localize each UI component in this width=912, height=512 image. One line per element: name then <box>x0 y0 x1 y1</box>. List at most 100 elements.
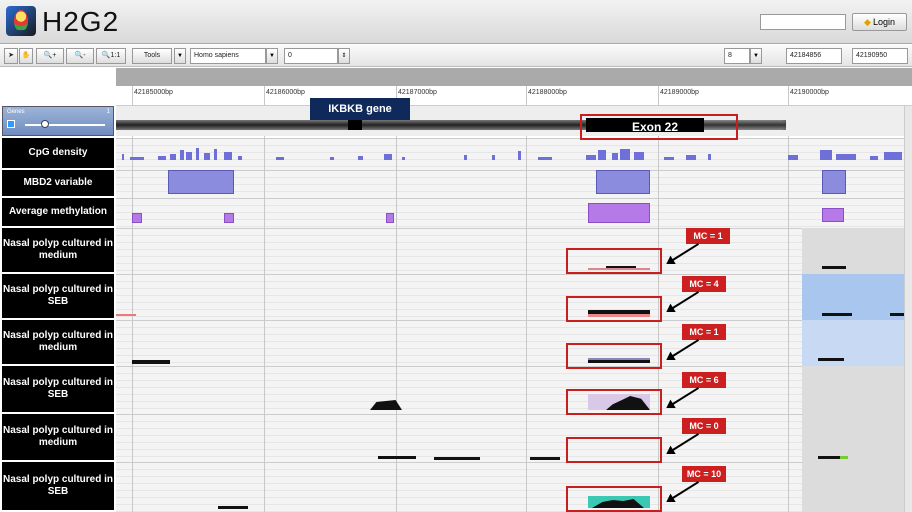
read-segment <box>116 314 136 316</box>
exon-highlight-box <box>580 114 738 140</box>
mc-badge: MC = 4 <box>682 276 726 292</box>
track-label-sample-1[interactable]: Nasal polyp cultured in medium <box>2 228 114 272</box>
ruler-tick: 42188000bp <box>528 89 567 96</box>
read-segment <box>822 266 846 269</box>
genes-track-label: Genes <box>7 109 25 115</box>
track-label-sample-5[interactable]: Nasal polyp cultured in medium <box>2 414 114 460</box>
highlight-box <box>566 343 662 369</box>
region-shade <box>802 462 904 512</box>
genes-track-header[interactable]: Genes 1 <box>2 106 114 136</box>
mc-badge: MC = 1 <box>686 228 730 244</box>
read-segment <box>218 506 248 509</box>
gene-track <box>116 106 906 136</box>
toolbar: ➤ ✋ 🔍+ 🔍- 🔍1:1 Tools ▼ Homo sapiens ▼ 0 … <box>0 45 912 67</box>
highlight-box <box>566 486 662 512</box>
region-shade <box>802 228 904 274</box>
overview-band <box>116 68 912 86</box>
zoom-in-button[interactable]: 🔍+ <box>36 48 64 64</box>
pointer-tool-button[interactable]: ➤ <box>4 48 18 64</box>
track-settings-icon[interactable] <box>7 120 15 128</box>
ruler-tick: 42186000bp <box>266 89 305 96</box>
cpg-track-area <box>116 138 904 170</box>
ruler-tick: 42189000bp <box>660 89 699 96</box>
key-icon: ◆ <box>864 17 871 27</box>
genes-track-count: 1 <box>106 109 110 115</box>
chromosome-dropdown-arrow[interactable]: ▼ <box>750 48 762 64</box>
read-segment <box>890 313 904 316</box>
sample-track-area-4 <box>116 366 904 414</box>
track-label-mbd2[interactable]: MBD2 variable <box>2 170 114 196</box>
pointer-icon: ➤ <box>8 52 14 59</box>
start-position-field[interactable]: 42184856 <box>786 48 842 64</box>
zoom-reset-label: 1:1 <box>110 52 121 59</box>
read-segment <box>818 358 844 361</box>
mbd2-peak[interactable] <box>822 170 846 194</box>
read-segment <box>530 457 560 460</box>
mc-badge: MC = 0 <box>682 418 726 434</box>
hand-tool-button[interactable]: ✋ <box>19 48 33 64</box>
track-label-avg-methylation[interactable]: Average methylation <box>2 198 114 226</box>
login-button[interactable]: ◆ Login <box>852 13 907 31</box>
position-field[interactable]: 0 <box>284 48 338 64</box>
grid-line <box>788 86 789 512</box>
gene-name-label: IKBKB gene <box>310 98 410 120</box>
tools-menu-button[interactable]: Tools <box>132 48 172 64</box>
track-label-cpg[interactable]: CpG density <box>2 138 114 168</box>
highlight-box <box>566 296 662 322</box>
sample-track-area-3 <box>116 320 904 366</box>
track-label-sample-3[interactable]: Nasal polyp cultured in medium <box>2 320 114 364</box>
left-spacer <box>0 68 116 106</box>
grid-line <box>132 86 133 512</box>
species-select[interactable]: Homo sapiens <box>190 48 266 64</box>
read-segment <box>822 313 852 316</box>
species-dropdown-arrow[interactable]: ▼ <box>266 48 278 64</box>
position-stepper[interactable]: ⇕ <box>338 48 350 64</box>
mbd2-peak[interactable] <box>596 170 650 194</box>
highlight-box <box>566 248 662 274</box>
region-shade <box>802 414 904 462</box>
sample-track-area-6 <box>116 462 904 512</box>
dna-logo-icon <box>6 6 36 36</box>
sample-track-area-1 <box>116 228 904 274</box>
hand-icon: ✋ <box>21 52 31 59</box>
ruler-tick: 42190000bp <box>790 89 829 96</box>
mc-badge: MC = 1 <box>682 324 726 340</box>
methylation-block[interactable] <box>588 203 650 223</box>
avg-methylation-track-area <box>116 198 904 228</box>
mbd2-peak[interactable] <box>168 170 234 194</box>
read-segment <box>840 456 848 459</box>
track-label-sample-6[interactable]: Nasal polyp cultured in SEB <box>2 462 114 510</box>
track-label-sample-4[interactable]: Nasal polyp cultured in SEB <box>2 366 114 412</box>
region-shade <box>802 366 904 414</box>
read-segment <box>434 457 480 460</box>
magnifier-plus-icon: 🔍 <box>43 52 53 59</box>
app-title: H2G2 <box>42 6 120 37</box>
tools-dropdown-arrow[interactable]: ▼ <box>174 48 186 64</box>
login-label: Login <box>872 17 895 27</box>
methylation-block[interactable] <box>224 213 234 223</box>
highlight-box <box>566 389 662 415</box>
slider-knob[interactable] <box>41 120 49 128</box>
track-label-sample-2[interactable]: Nasal polyp cultured in SEB <box>2 274 114 318</box>
zoom-reset-button[interactable]: 🔍1:1 <box>96 48 126 64</box>
vertical-scrollbar[interactable] <box>904 106 912 512</box>
region-highlight <box>802 274 904 320</box>
login-input[interactable] <box>760 14 846 30</box>
methylation-block[interactable] <box>822 208 844 222</box>
end-position-field[interactable]: 42190950 <box>852 48 908 64</box>
exon-block <box>348 120 362 130</box>
chromosome-select[interactable]: 8 <box>724 48 750 64</box>
ruler-tick: 42185000bp <box>134 89 173 96</box>
zoom-out-label: - <box>83 52 86 59</box>
read-segment <box>132 360 170 364</box>
header-bar: H2G2 ◆ Login <box>0 0 912 44</box>
read-segment <box>378 456 416 459</box>
methylation-block[interactable] <box>386 213 394 223</box>
track-height-slider[interactable] <box>25 124 105 126</box>
magnifier-minus-icon: 🔍 <box>74 52 84 59</box>
mbd2-track-area <box>116 170 904 198</box>
methylation-block[interactable] <box>132 213 142 223</box>
highlight-box <box>566 437 662 463</box>
zoom-out-button[interactable]: 🔍- <box>66 48 94 64</box>
grid-line <box>264 86 265 512</box>
